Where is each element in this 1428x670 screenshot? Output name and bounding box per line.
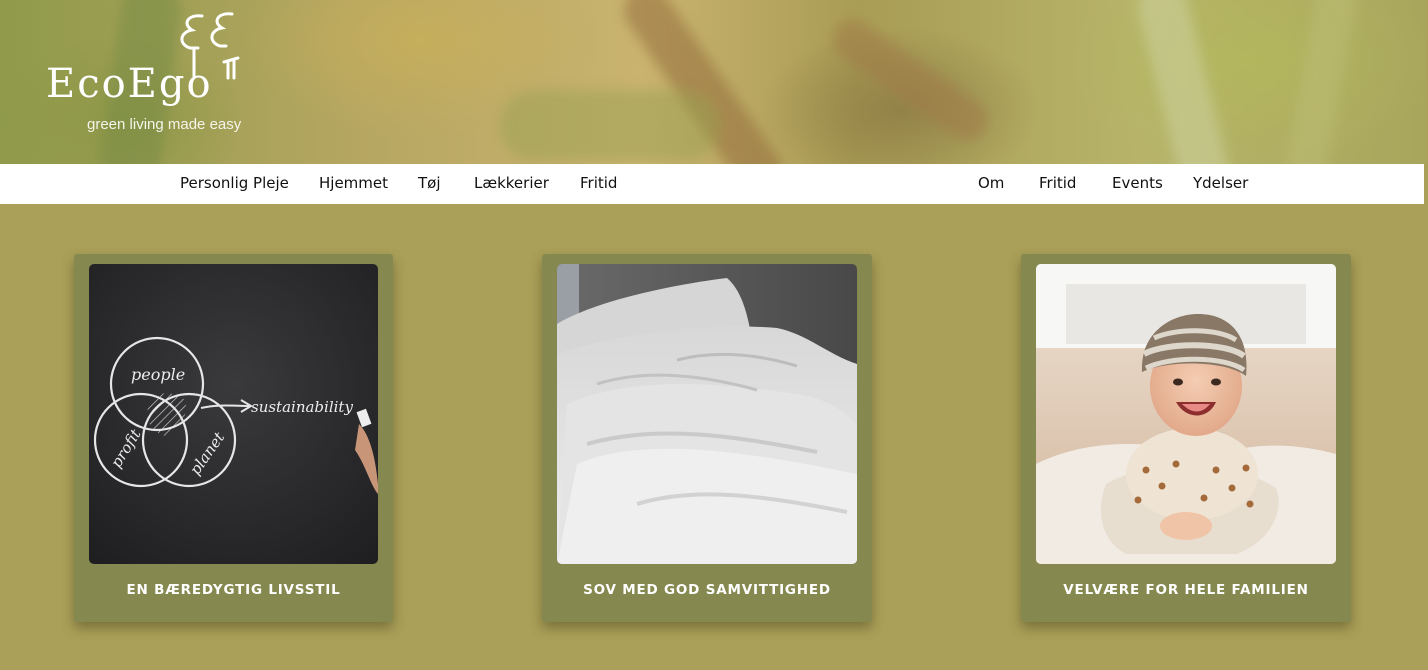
nav-item-fritid[interactable]: Fritid [580,164,617,204]
nav-item-toj[interactable]: Tøj [418,164,441,204]
baby-image [1036,264,1336,564]
nav-item-hjemmet[interactable]: Hjemmet [319,164,388,204]
card-sleep-good-conscience[interactable]: SOV MED GOD SAMVITTIGHED [542,254,872,622]
main-navigation: Personlig Pleje Hjemmet Tøj Lækkerier Fr… [0,164,1424,204]
card-sustainable-lifestyle[interactable]: people profit planet sustainability EN B… [74,254,393,622]
header-banner: EcoEgo green living made easy [0,0,1426,164]
logo[interactable]: EcoEgo green living made easy [40,8,260,138]
nav-item-om[interactable]: Om [978,164,1004,204]
logo-wordmark: EcoEgo [46,61,213,107]
card-wellbeing-family[interactable]: VELVÆRE FOR HELE FAMILIEN [1021,254,1351,622]
bed-linen-image [557,264,857,564]
nav-item-laekkerier[interactable]: Lækkerier [474,164,549,204]
chalk-word-people: people [131,365,185,384]
chalk-word-sustainability: sustainability [251,398,353,416]
nav-item-events[interactable]: Events [1112,164,1163,204]
chalkboard-image: people profit planet sustainability [89,264,378,564]
nav-item-fritid-secondary[interactable]: Fritid [1039,164,1076,204]
card-title: SOV MED GOD SAMVITTIGHED [583,582,831,598]
nav-item-personlig-pleje[interactable]: Personlig Pleje [180,164,289,204]
logo-tagline: green living made easy [87,116,242,133]
nav-item-ydelser[interactable]: Ydelser [1193,164,1248,204]
card-title: EN BÆREDYGTIG LIVSSTIL [126,582,341,598]
card-title: VELVÆRE FOR HELE FAMILIEN [1063,582,1309,598]
page: EcoEgo green living made easy Personlig … [0,0,1428,670]
